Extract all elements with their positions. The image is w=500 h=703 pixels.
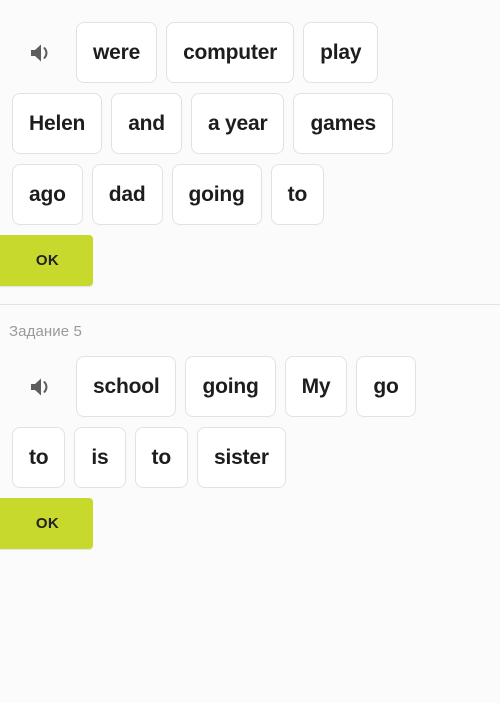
word-chip[interactable]: a year	[190, 93, 285, 154]
ok-button[interactable]: OK	[0, 498, 93, 549]
ok-button-label: OK	[35, 515, 60, 532]
speaker-icon-button[interactable]	[20, 365, 64, 409]
word-chip[interactable]: ago	[12, 164, 83, 225]
exercise-block-4: were computer play Helen and a year game…	[0, 0, 500, 286]
word-chip[interactable]: games	[293, 93, 394, 154]
word-chip[interactable]: is	[74, 427, 126, 488]
speaker-icon	[29, 42, 55, 64]
word-row: ago dad going to	[0, 164, 500, 225]
ok-button-wrap: OK	[0, 235, 500, 286]
word-chip[interactable]: to	[270, 164, 325, 225]
task-label: Задание 5	[9, 323, 82, 340]
word-row: were computer play	[0, 22, 500, 83]
word-chip[interactable]: going	[185, 356, 276, 417]
page-root: were computer play Helen and a year game…	[0, 0, 500, 703]
word-chip[interactable]: dad	[91, 164, 163, 225]
word-chip[interactable]: My	[284, 356, 348, 417]
ok-button-label: OK	[35, 252, 60, 269]
speaker-icon-button[interactable]	[20, 31, 64, 75]
word-row: Helen and a year games	[0, 93, 500, 154]
speaker-icon	[29, 376, 55, 398]
word-chip[interactable]: Helen	[12, 93, 103, 154]
word-chip[interactable]: going	[171, 164, 262, 225]
word-row: school going My go	[0, 356, 500, 417]
word-chip[interactable]: sister	[196, 427, 286, 488]
word-chip[interactable]: go	[356, 356, 416, 417]
word-chip[interactable]: were	[76, 22, 158, 83]
word-chip[interactable]: play	[303, 22, 379, 83]
ok-button[interactable]: OK	[0, 235, 93, 286]
word-chip[interactable]: computer	[166, 22, 295, 83]
ok-button-wrap: OK	[0, 498, 500, 549]
word-chip[interactable]: to	[134, 427, 188, 488]
word-chip[interactable]: to	[12, 427, 66, 488]
exercise-block-5: Задание 5 school going My go to is to si…	[0, 305, 500, 549]
word-chip[interactable]: school	[76, 356, 177, 417]
word-chip[interactable]: and	[111, 93, 182, 154]
word-row: to is to sister	[0, 427, 500, 488]
